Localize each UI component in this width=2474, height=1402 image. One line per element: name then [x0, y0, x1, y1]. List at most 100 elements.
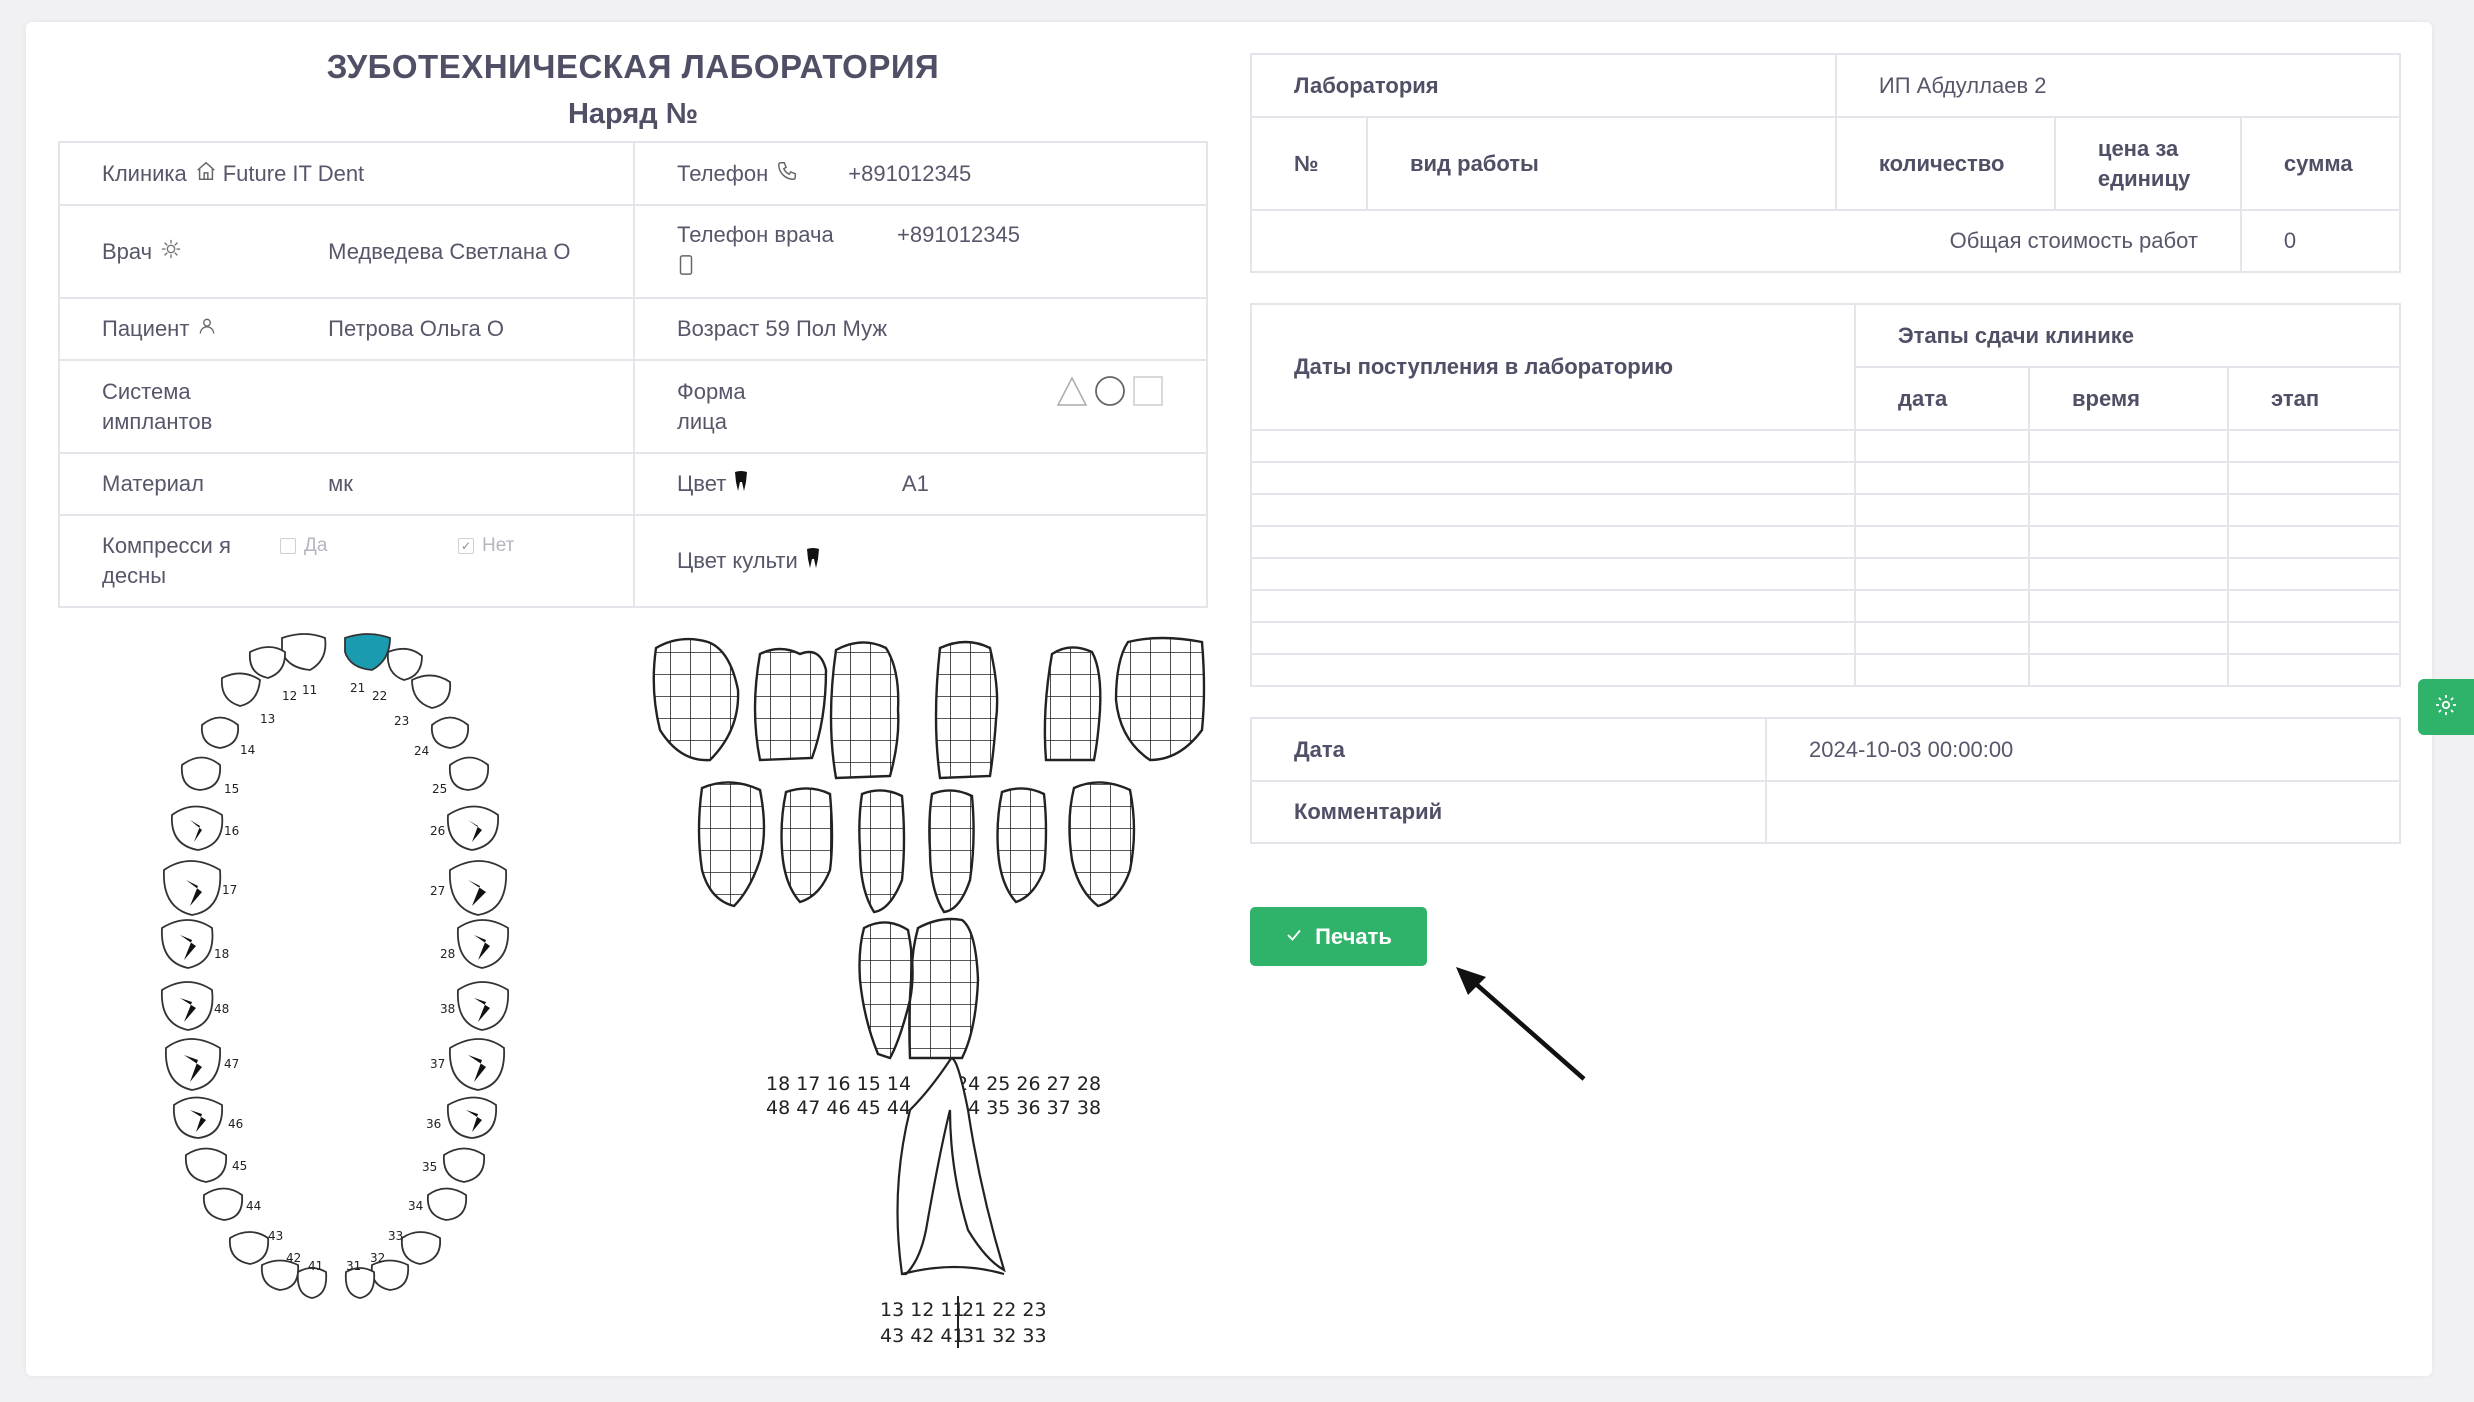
grid-upper-right-numbers: 24 25 26 27 28	[956, 1073, 1101, 1095]
square-face-option[interactable]	[1132, 375, 1164, 413]
tooth-label: 37	[430, 1057, 445, 1071]
receipt-dates-label: Даты поступления в лабораторию	[1250, 303, 1856, 431]
tooth-label: 14	[240, 743, 255, 757]
tooth-label: 11	[302, 683, 317, 697]
gear-icon	[2434, 693, 2458, 722]
col-time: время	[2028, 366, 2229, 431]
material-label: Материал	[102, 471, 204, 496]
tooth-43[interactable]	[228, 1231, 270, 1265]
tooth-23[interactable]	[411, 674, 452, 709]
tooth-26[interactable]	[447, 805, 499, 851]
mobile-icon	[677, 254, 897, 282]
tooth-38[interactable]	[457, 981, 509, 1031]
tooth-label: 25	[432, 782, 447, 796]
doctor-cell: Врач Медведева Светлана О	[58, 204, 635, 299]
tooth-13[interactable]	[220, 672, 261, 707]
table-row	[1250, 557, 2401, 591]
tooth-44[interactable]	[202, 1187, 244, 1221]
tooth-label: 38	[440, 1002, 455, 1016]
tooth-label: 31	[346, 1259, 361, 1273]
comment-value	[1765, 780, 2401, 844]
arrow-pointer-icon	[1456, 967, 1586, 1081]
user-icon	[197, 316, 217, 342]
tooth-28[interactable]	[457, 919, 509, 969]
col-stage: этап	[2227, 366, 2401, 431]
age-gender-cell: Возраст 59 Пол Муж	[633, 297, 1208, 361]
tooth-label: 12	[282, 689, 297, 703]
tooth-label: 24	[414, 744, 429, 758]
col-unit-price: цена за единицу	[2053, 116, 2242, 211]
tooth-18[interactable]	[161, 919, 214, 969]
phone-label: Телефон	[677, 160, 769, 186]
settings-tab[interactable]	[2418, 679, 2474, 735]
order-info-table: Клиника Future IT Dent Телефон +89101234…	[58, 141, 1208, 608]
grid-lower-right-numbers: 34 35 36 37 38	[956, 1097, 1101, 1119]
tooth-45[interactable]	[184, 1147, 228, 1183]
compression-label: Компресси я десны	[102, 533, 231, 588]
tooth-48[interactable]	[161, 981, 214, 1031]
triangle-face-option[interactable]	[1056, 375, 1088, 413]
tooth-17[interactable]	[163, 860, 222, 916]
tooth-25[interactable]	[448, 756, 490, 791]
stump-color-cell: Цвет культи	[633, 514, 1208, 608]
check-icon	[1285, 924, 1303, 950]
tooth-icon	[806, 547, 820, 575]
tooth-36[interactable]	[447, 1096, 497, 1139]
clinic-cell: Клиника Future IT Dent	[58, 141, 635, 206]
tooth-label: 27	[430, 884, 445, 898]
oval-face-option[interactable]	[1094, 375, 1126, 413]
tooth-label: 28	[440, 947, 455, 961]
face-label: Форма лица	[677, 378, 746, 434]
tooth-15[interactable]	[180, 756, 222, 791]
tooth-37[interactable]	[449, 1038, 505, 1091]
front-upper-right-numbers: 21 22 23	[962, 1299, 1047, 1321]
tooth-label: 35	[422, 1160, 437, 1174]
date-value: 2024-10-03 00:00:00	[1765, 717, 2401, 782]
tooth-label: 23	[394, 714, 409, 728]
color-label: Цвет	[677, 471, 727, 496]
tooth-icon	[734, 470, 748, 498]
clinic-value: Future IT Dent	[222, 160, 365, 186]
tooth-label: 33	[388, 1229, 403, 1243]
phone-value: +891012345	[848, 160, 972, 186]
tooth-label: 42	[286, 1251, 301, 1265]
tooth-label: 26	[430, 824, 445, 838]
checkmark-icon: ✓	[458, 538, 474, 554]
tooth-label: 44	[246, 1199, 261, 1213]
patient-label: Пациент	[102, 316, 190, 341]
col-quantity: количество	[1834, 116, 2056, 211]
front-lower-left-numbers: 43 42 41	[880, 1325, 965, 1347]
compression-no-checkbox[interactable]: ✓ Нет	[458, 535, 514, 557]
tooth-11[interactable]	[281, 633, 327, 671]
tooth-24[interactable]	[430, 716, 470, 749]
print-label: Печать	[1315, 923, 1392, 949]
compression-yes-checkbox[interactable]: Да	[280, 535, 458, 557]
stages-label: Этапы сдачи клинике	[1854, 303, 2401, 368]
implant-cell: Система имплантов	[58, 359, 635, 454]
phone-icon	[776, 160, 798, 188]
tooth-label: 48	[214, 1002, 229, 1016]
tooth-14[interactable]	[200, 716, 240, 749]
print-button[interactable]: Печать	[1250, 907, 1427, 966]
tooth-34[interactable]	[426, 1187, 468, 1221]
tooth-33[interactable]	[400, 1231, 442, 1265]
col-work-type: вид работы	[1366, 116, 1837, 211]
tooth-16[interactable]	[171, 805, 224, 851]
doctor-phone-cell: Телефон врача +891012345	[633, 204, 1208, 299]
tooth-22[interactable]	[386, 647, 423, 681]
tooth-21[interactable]	[344, 633, 391, 671]
tooth-35[interactable]	[442, 1147, 486, 1183]
tooth-label: 32	[370, 1251, 385, 1265]
tooth-27[interactable]	[449, 860, 507, 916]
tooth-label: 34	[408, 1199, 423, 1213]
color-cell: Цвет A1	[633, 452, 1208, 516]
tooth-46[interactable]	[173, 1096, 223, 1139]
col-sum: сумма	[2239, 116, 2402, 211]
stump-color-label: Цвет культи	[677, 548, 798, 573]
tooth-12[interactable]	[248, 646, 286, 679]
implant-label: Система имплантов	[102, 378, 213, 434]
doctor-label: Врач	[102, 238, 153, 264]
doctor-value: Медведева Светлана О	[328, 238, 571, 264]
date-label: Дата	[1250, 717, 1767, 782]
tooth-47[interactable]	[165, 1038, 221, 1091]
